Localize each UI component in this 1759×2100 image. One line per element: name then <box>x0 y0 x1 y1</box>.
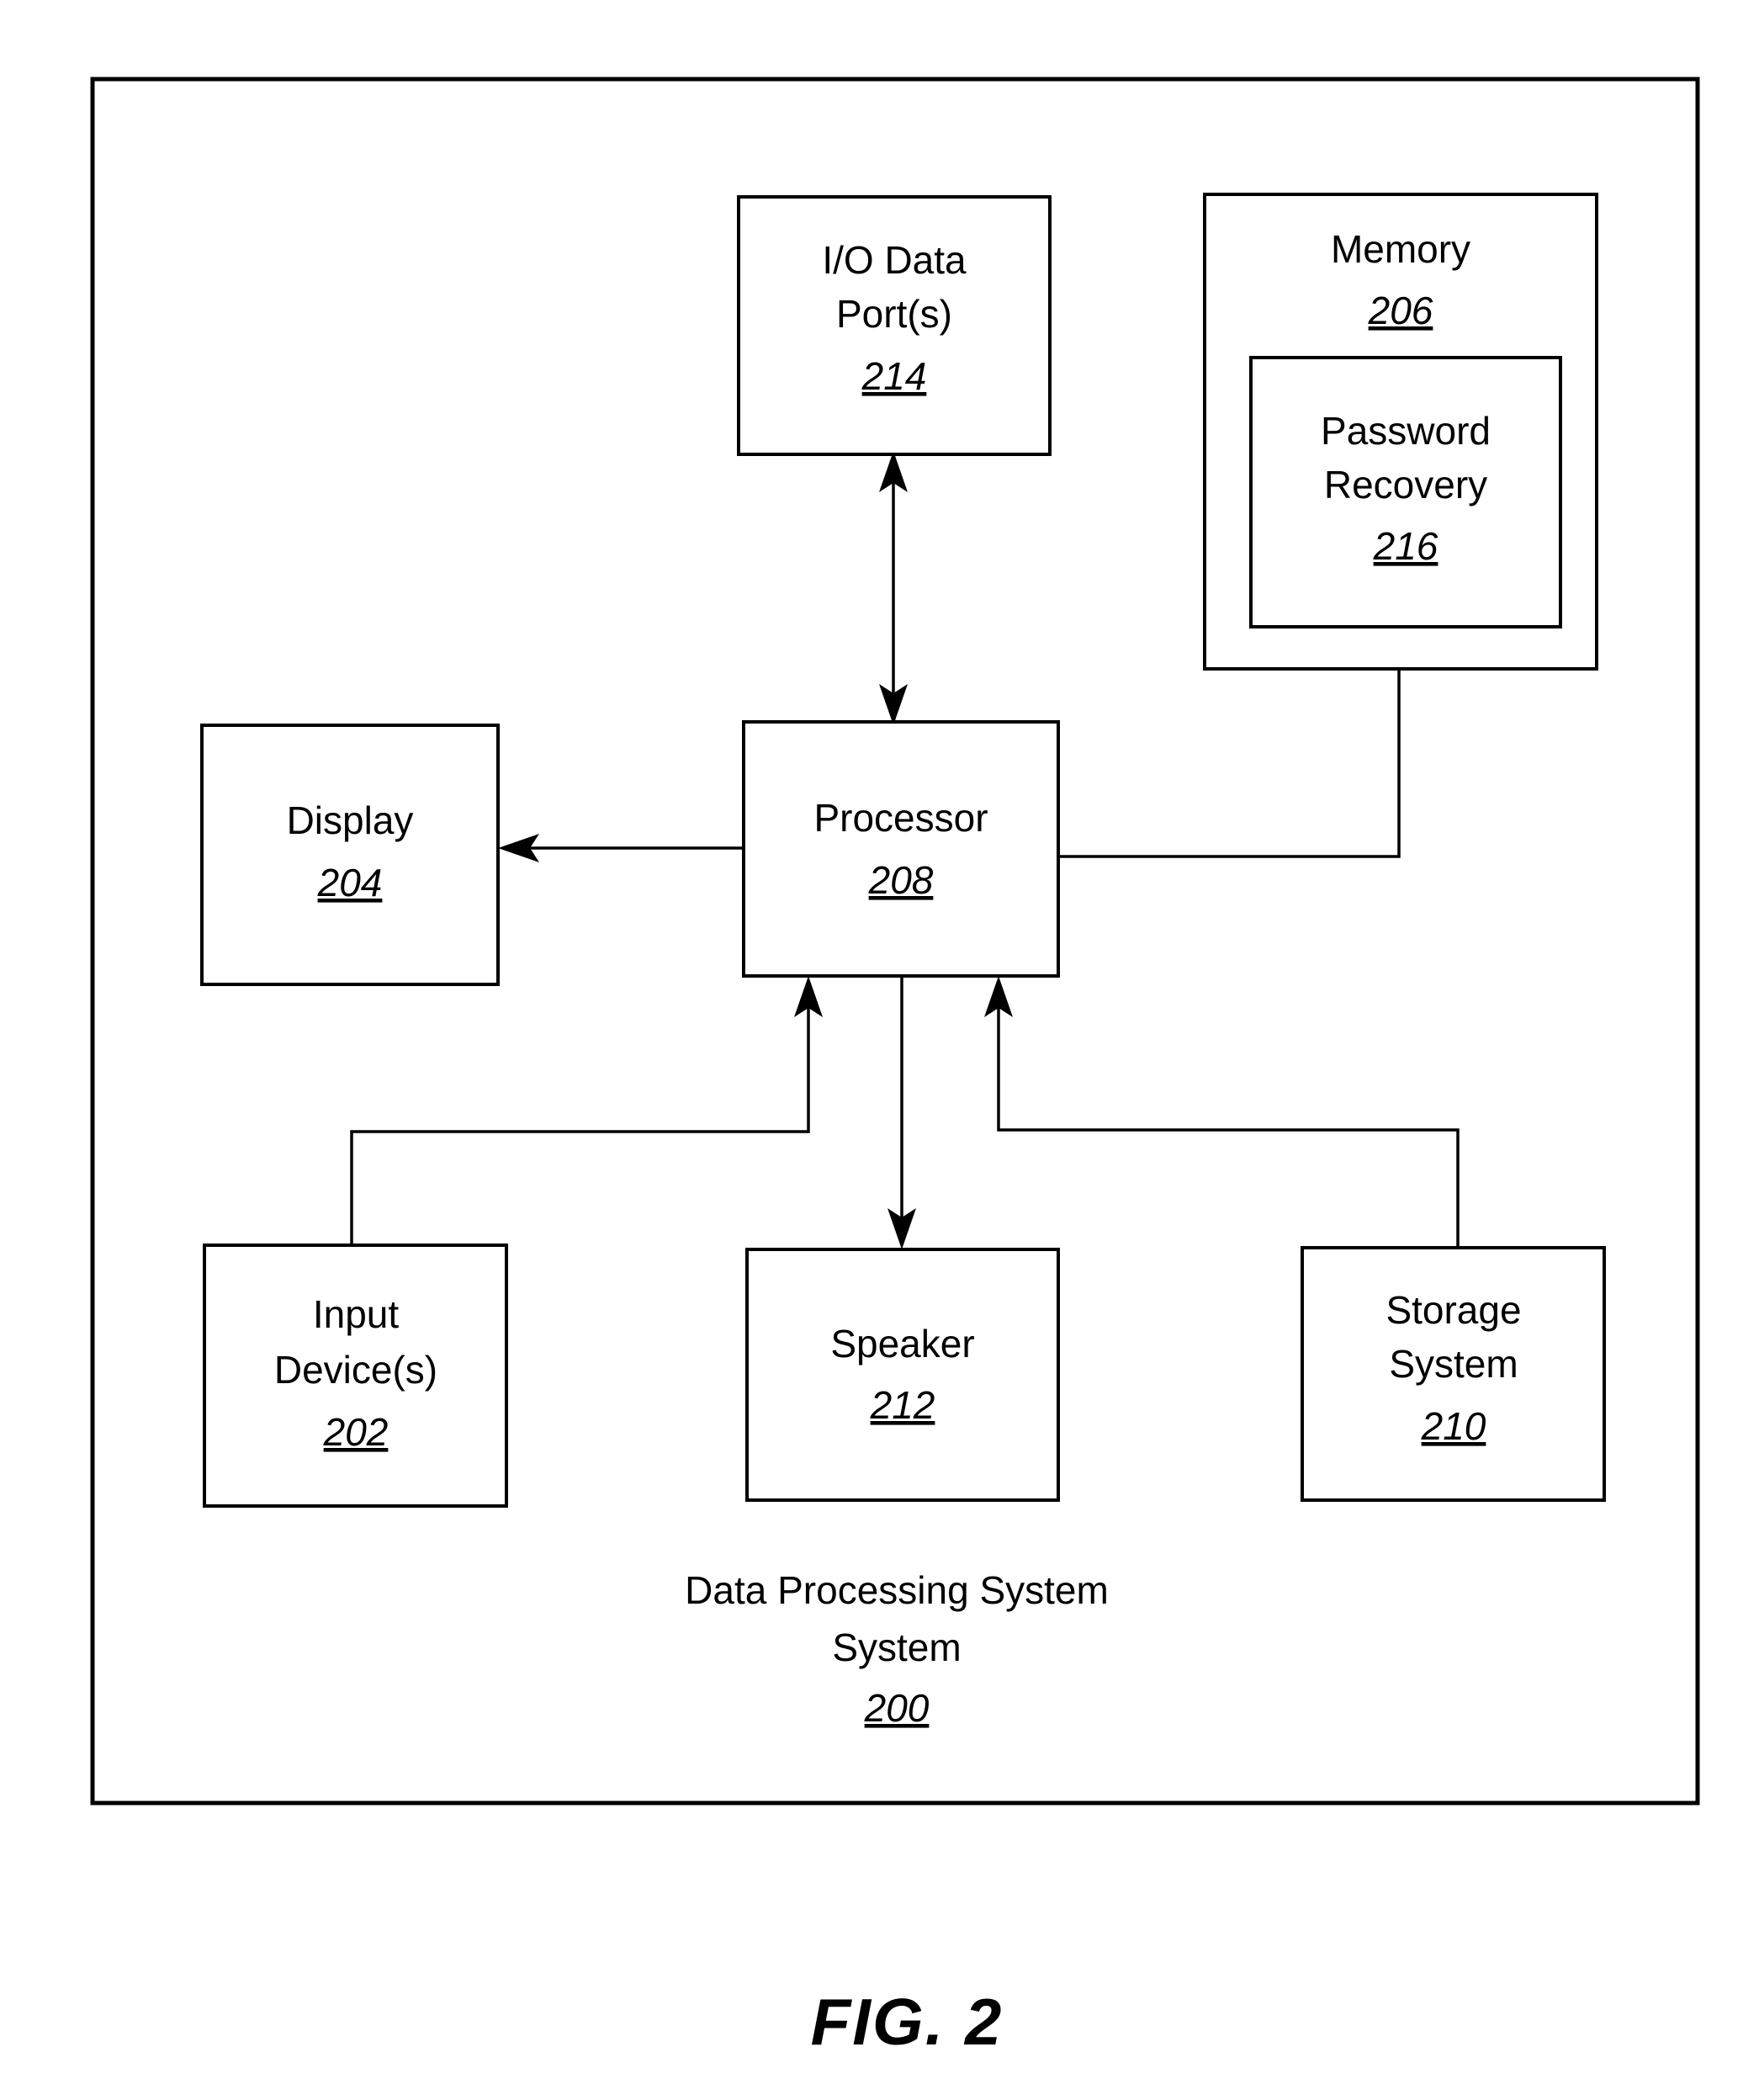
system-caption-ref: 200 <box>864 1686 930 1730</box>
input-devices-ref: 202 <box>323 1410 389 1454</box>
processor-ref: 208 <box>868 858 934 902</box>
io-data-ports-ref: 214 <box>861 354 927 398</box>
io-data-ports-label-line-1: I/O Data <box>822 238 967 282</box>
system-caption-line-1: Data Processing System <box>685 1568 1109 1612</box>
password-recovery-label-line-1: Password <box>1321 409 1491 453</box>
block-processor[interactable]: Processor 208 <box>742 720 1060 978</box>
display-box[interactable] <box>200 724 500 986</box>
patent-figure: I/O Data Port(s) 214 Memory 206 Password… <box>0 0 1759 2100</box>
block-speaker[interactable]: Speaker 212 <box>745 1248 1060 1502</box>
processor-box[interactable] <box>742 720 1060 978</box>
block-io-data-ports[interactable]: I/O Data Port(s) 214 <box>737 195 1052 456</box>
storage-system-label-line-1: Storage <box>1385 1288 1521 1332</box>
block-storage-system[interactable]: Storage System 210 <box>1301 1246 1606 1502</box>
system-caption-line-2: System <box>832 1625 961 1669</box>
password-recovery-label-line-2: Recovery <box>1324 463 1487 506</box>
io-data-ports-label-line-2: Port(s) <box>836 292 952 336</box>
display-label: Display <box>287 798 414 842</box>
input-devices-label-line-1: Input <box>313 1292 400 1336</box>
figure-title: FIG. 2 <box>811 1985 1004 2059</box>
memory-label: Memory <box>1331 227 1470 271</box>
processor-label: Processor <box>813 796 988 840</box>
password-recovery-ref: 216 <box>1373 524 1438 568</box>
storage-system-ref: 210 <box>1421 1404 1486 1448</box>
memory-ref: 206 <box>1368 289 1433 332</box>
speaker-label: Speaker <box>830 1322 974 1366</box>
storage-system-label-line-2: System <box>1389 1342 1518 1386</box>
block-display[interactable]: Display 204 <box>200 724 500 986</box>
input-devices-label-line-2: Device(s) <box>274 1348 437 1392</box>
speaker-ref: 212 <box>870 1383 935 1427</box>
block-input-devices[interactable]: Input Device(s) 202 <box>203 1244 508 1508</box>
block-diagram: I/O Data Port(s) 214 Memory 206 Password… <box>90 77 1700 2059</box>
display-ref: 204 <box>317 861 383 904</box>
block-password-recovery[interactable]: Password Recovery 216 <box>1249 356 1562 628</box>
speaker-box[interactable] <box>745 1248 1060 1502</box>
